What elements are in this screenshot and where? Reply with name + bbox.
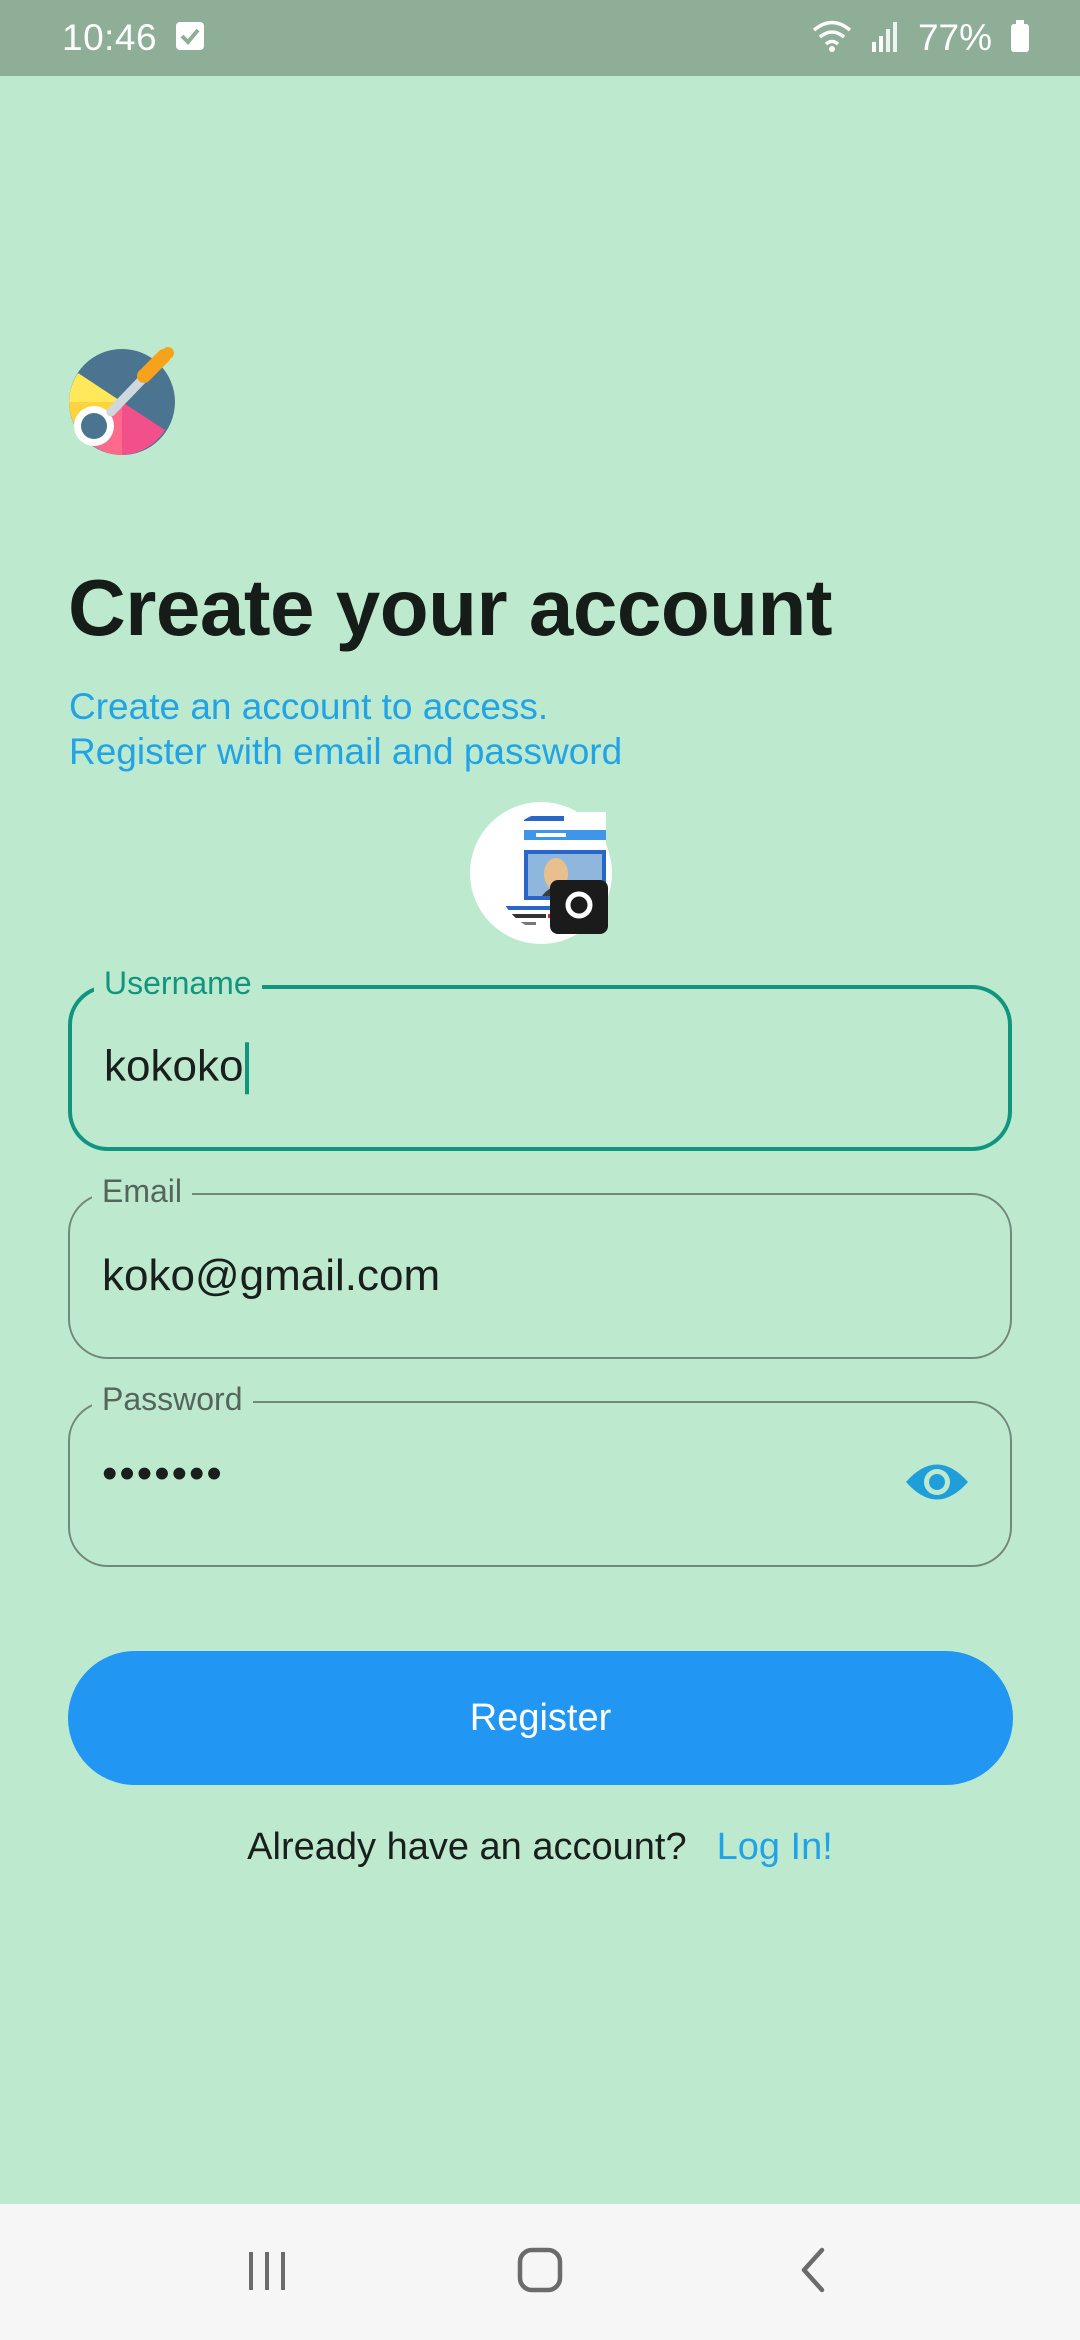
username-value: kokoko [104, 1041, 244, 1091]
email-input[interactable]: koko@gmail.com [102, 1251, 440, 1301]
home-button[interactable] [500, 2232, 580, 2312]
status-bar: 10:46 77% [0, 0, 1080, 76]
status-right: 77% [812, 17, 1030, 59]
status-left: 10:46 [62, 17, 205, 59]
back-icon [798, 2247, 828, 2298]
password-label: Password [92, 1379, 253, 1419]
eye-icon [904, 1459, 970, 1510]
subtitle-line-1: Create an account to access. [69, 686, 549, 727]
email-label: Email [92, 1171, 193, 1211]
check-box-icon [175, 21, 205, 56]
password-visibility-toggle[interactable] [904, 1460, 970, 1508]
camera-icon [562, 890, 596, 925]
recent-apps-button[interactable] [227, 2232, 307, 2312]
login-link[interactable]: Log In! [717, 1826, 833, 1869]
subtitle-line-2: Register with email and password [69, 731, 623, 772]
password-input[interactable]: ••••••• [102, 1449, 224, 1499]
wifi-icon [812, 19, 852, 58]
subtitle: Create an account to access. Register wi… [69, 684, 622, 774]
username-label: Username [94, 963, 262, 1003]
email-field[interactable]: Email koko@gmail.com [68, 1171, 1012, 1359]
signal-icon [870, 20, 900, 57]
page-title: Create your account [68, 563, 833, 652]
battery-percent: 77% [917, 17, 992, 58]
avatar-picker[interactable] [470, 802, 612, 944]
camera-button[interactable] [550, 880, 608, 934]
register-button[interactable]: Register [68, 1651, 1013, 1785]
login-prompt: Already have an account? [247, 1826, 687, 1868]
app-logo [66, 346, 178, 458]
back-button[interactable] [773, 2232, 853, 2312]
status-time: 10:46 [62, 17, 158, 58]
username-field[interactable]: Username kokoko [68, 963, 1012, 1151]
password-field[interactable]: Password ••••••• [68, 1379, 1012, 1567]
login-row: Already have an account? Log In! [0, 1826, 1080, 1869]
recent-apps-icon [245, 2248, 289, 2297]
navigation-bar [0, 2204, 1080, 2340]
username-input[interactable]: kokoko [104, 1041, 250, 1095]
home-icon [517, 2247, 563, 2298]
color-palette-icon [66, 347, 178, 462]
battery-icon [1010, 19, 1030, 57]
text-caret [245, 1042, 250, 1095]
